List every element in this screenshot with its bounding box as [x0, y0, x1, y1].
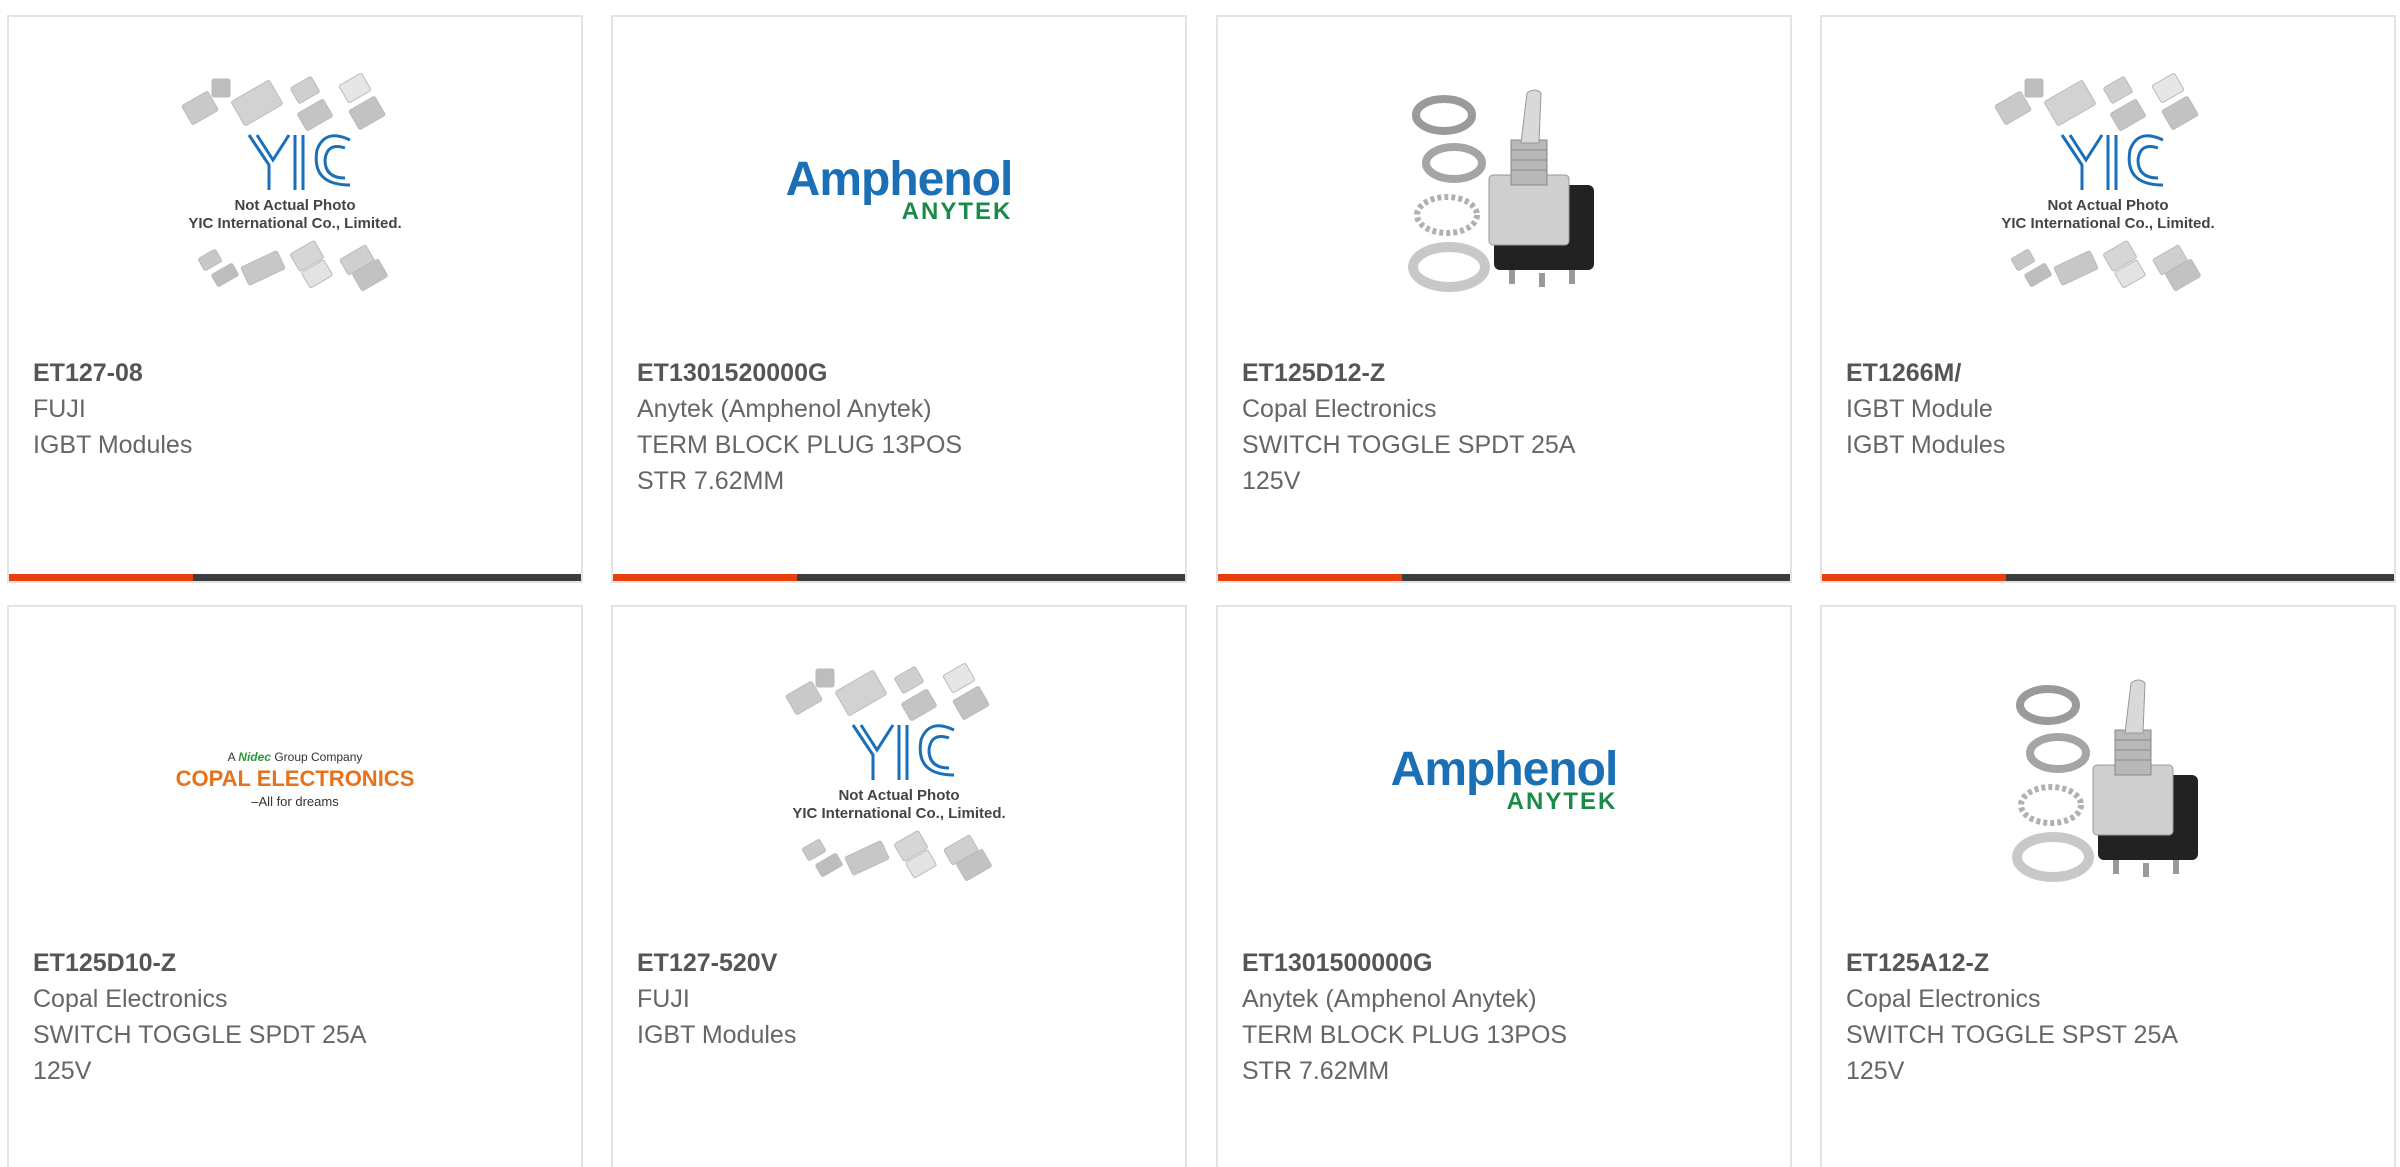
yic-logo-icon [2060, 133, 2164, 190]
yic-company-label: YIC International Co., Limited. [188, 215, 401, 232]
yic-placeholder-image: Not Actual Photo YIC International Co., … [181, 72, 402, 291]
yic-placeholder-image: Not Actual Photo YIC International Co., … [1994, 72, 2215, 291]
product-description: 125V [1242, 467, 1301, 495]
not-actual-photo-label: Not Actual Photo [234, 197, 355, 214]
not-actual-photo-label: Not Actual Photo [838, 787, 959, 804]
part-number-link[interactable]: ET125A12-Z [1846, 945, 2366, 981]
amphenol-anytek-logo: Amphenol ANYTEK [1390, 742, 1619, 814]
product-description: TERM BLOCK PLUG 13POS [637, 431, 963, 459]
manufacturer-label: FUJI [33, 395, 86, 423]
product-grid: Not Actual Photo YIC International Co., … [0, 0, 2400, 1167]
manufacturer-label: Copal Electronics [1242, 395, 1437, 423]
copal-tagline: –All for dreams [251, 794, 339, 809]
product-description: SWITCH TOGGLE SPDT 25A [1242, 431, 1576, 459]
product-image[interactable]: Not Actual Photo YIC International Co., … [613, 607, 1185, 952]
not-actual-photo-label: Not Actual Photo [2047, 197, 2168, 214]
card-accent-bar [1822, 574, 2394, 581]
amphenol-wordmark: Amphenol [1390, 742, 1619, 796]
manufacturer-label: Copal Electronics [1846, 985, 2041, 1013]
product-card[interactable]: ET125A12-Z Copal Electronics SWITCH TOGG… [1820, 605, 2396, 1167]
product-info: ET125D10-Z Copal Electronics SWITCH TOGG… [33, 945, 553, 1089]
part-number-link[interactable]: ET125D12-Z [1242, 355, 1762, 391]
product-info: ET125A12-Z Copal Electronics SWITCH TOGG… [1846, 945, 2366, 1089]
product-info: ET127-08 FUJI IGBT Modules [33, 355, 553, 463]
manufacturer-label: Anytek (Amphenol Anytek) [1242, 985, 1537, 1013]
product-description: SWITCH TOGGLE SPDT 25A [33, 1021, 367, 1049]
amphenol-anytek-logo: Amphenol ANYTEK [785, 152, 1014, 224]
part-number-link[interactable]: ET1266M/ [1846, 355, 2366, 391]
card-accent-bar [9, 574, 581, 581]
yic-logo-icon [851, 723, 955, 780]
product-description: TERM BLOCK PLUG 13POS [1242, 1021, 1568, 1049]
product-card[interactable]: Not Actual Photo YIC International Co., … [1820, 15, 2396, 583]
part-number-link[interactable]: ET127-08 [33, 355, 553, 391]
product-description: IGBT Modules [33, 431, 193, 459]
product-card[interactable]: A Nidec Group Company COPAL ELECTRONICS … [7, 605, 583, 1167]
product-image[interactable] [1218, 17, 1790, 362]
copal-wordmark: COPAL ELECTRONICS [175, 766, 415, 791]
toggle-switch-photo [2012, 679, 2198, 882]
product-info: ET1301520000G Anytek (Amphenol Anytek) T… [637, 355, 1157, 499]
product-image[interactable]: Not Actual Photo YIC International Co., … [1822, 17, 2394, 362]
card-accent-highlight [1822, 574, 2006, 581]
product-info: ET1266M/ IGBT Module IGBT Modules [1846, 355, 2366, 463]
product-description: 125V [1846, 1057, 1905, 1085]
product-info: ET1301500000G Anytek (Amphenol Anytek) T… [1242, 945, 1762, 1089]
product-image[interactable]: Not Actual Photo YIC International Co., … [9, 17, 581, 362]
product-description: STR 7.62MM [1242, 1057, 1390, 1085]
product-image[interactable] [1822, 607, 2394, 952]
product-image[interactable]: Amphenol ANYTEK [1218, 607, 1790, 952]
product-image[interactable]: A Nidec Group Company COPAL ELECTRONICS … [9, 607, 581, 952]
product-description: SWITCH TOGGLE SPST 25A [1846, 1021, 2179, 1049]
copal-electronics-logo: A Nidec Group Company COPAL ELECTRONICS … [176, 750, 415, 809]
product-card[interactable]: ET125D12-Z Copal Electronics SWITCH TOGG… [1216, 15, 1792, 583]
copal-prefix: A [227, 750, 235, 764]
product-card[interactable]: Not Actual Photo YIC International Co., … [7, 15, 583, 583]
card-accent-highlight [1218, 574, 1402, 581]
product-description: STR 7.62MM [637, 467, 785, 495]
product-card[interactable]: Not Actual Photo YIC International Co., … [611, 605, 1187, 1167]
manufacturer-label: Anytek (Amphenol Anytek) [637, 395, 932, 423]
product-info: ET125D12-Z Copal Electronics SWITCH TOGG… [1242, 355, 1762, 499]
card-accent-highlight [613, 574, 797, 581]
part-number-link[interactable]: ET125D10-Z [33, 945, 553, 981]
copal-group-label: Group Company [274, 750, 363, 764]
card-accent-bar [613, 574, 1185, 581]
toggle-switch-photo [1408, 89, 1594, 292]
product-image[interactable]: Amphenol ANYTEK [613, 17, 1185, 362]
amphenol-wordmark: Amphenol [785, 152, 1014, 206]
card-accent-highlight [9, 574, 193, 581]
yic-company-label: YIC International Co., Limited. [2001, 215, 2214, 232]
product-description: IGBT Modules [637, 1021, 797, 1049]
product-card[interactable]: Amphenol ANYTEK ET1301520000G Anytek (Am… [611, 15, 1187, 583]
product-description: 125V [33, 1057, 92, 1085]
nidec-wordmark: Nidec [238, 750, 271, 764]
product-description: IGBT Modules [1846, 431, 2006, 459]
yic-logo-icon [247, 133, 351, 190]
manufacturer-label: FUJI [637, 985, 690, 1013]
yic-placeholder-image: Not Actual Photo YIC International Co., … [785, 662, 1006, 881]
product-info: ET127-520V FUJI IGBT Modules [637, 945, 1157, 1053]
product-card[interactable]: Amphenol ANYTEK ET1301500000G Anytek (Am… [1216, 605, 1792, 1167]
card-accent-bar [1218, 574, 1790, 581]
manufacturer-label: IGBT Module [1846, 395, 1993, 423]
manufacturer-label: Copal Electronics [33, 985, 228, 1013]
part-number-link[interactable]: ET127-520V [637, 945, 1157, 981]
yic-company-label: YIC International Co., Limited. [792, 805, 1005, 822]
part-number-link[interactable]: ET1301520000G [637, 355, 1157, 391]
part-number-link[interactable]: ET1301500000G [1242, 945, 1762, 981]
